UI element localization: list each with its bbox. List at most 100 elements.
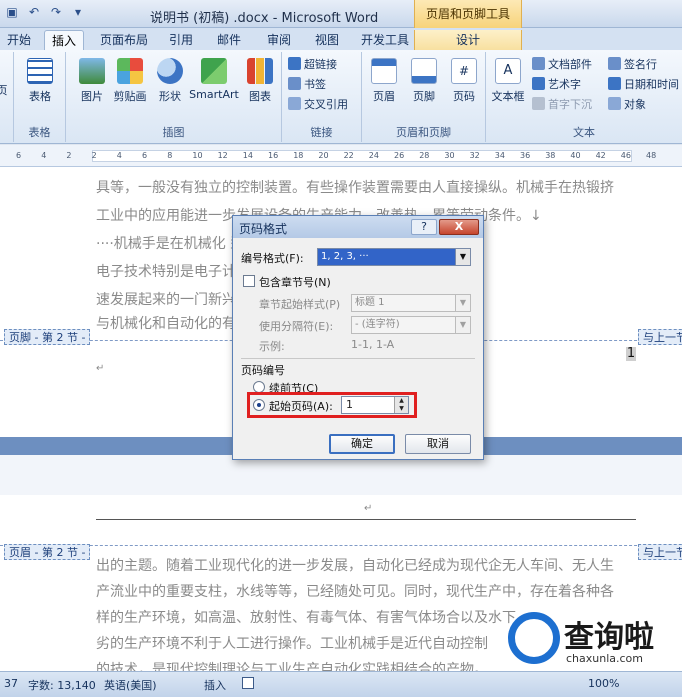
cross-reference-label: 交叉引用 bbox=[304, 98, 348, 111]
chevron-down-icon[interactable]: ▼ bbox=[455, 294, 471, 312]
status-language[interactable]: 英语(美国) bbox=[104, 677, 157, 693]
status-page[interactable]: 37 bbox=[4, 677, 18, 690]
header-footer-group-label: 页眉和页脚 bbox=[396, 126, 451, 139]
textbox-button[interactable]: A 文本框 bbox=[488, 58, 528, 104]
start-at-radio[interactable] bbox=[253, 399, 265, 411]
signature-line-button[interactable]: 签名行 bbox=[608, 56, 657, 74]
shapes-button[interactable]: 形状 bbox=[150, 58, 190, 104]
horizontal-ruler[interactable]: 6 4 2 2 4 6 8 10 12 14 16 18 20 22 24 26 28 30 32 34 36 38 40 4… bbox=[0, 145, 682, 167]
group-illustrations: 图片 剪贴画 形状 SmartArt 图表 插图 bbox=[66, 52, 282, 142]
smartart-icon bbox=[201, 58, 227, 84]
cross-reference-icon bbox=[288, 97, 301, 110]
watermark-logo-icon bbox=[508, 612, 560, 664]
cross-reference-button[interactable]: 交叉引用 bbox=[288, 96, 348, 114]
customize-qat-icon[interactable]: ▾ bbox=[70, 4, 86, 20]
doc-line: 出的主题。随着工业现代化的进一步发展，自动化已经成为现代企无人车间、无人生 bbox=[96, 558, 614, 574]
date-time-button[interactable]: 日期和时间 bbox=[608, 76, 679, 94]
hyperlink-label: 超链接 bbox=[304, 58, 337, 71]
ruler-number: 26 bbox=[394, 151, 405, 160]
page-number-button[interactable]: # 页码 bbox=[444, 58, 484, 104]
save-icon[interactable]: ▣ bbox=[4, 4, 20, 20]
tab-developer[interactable]: 开发工具 bbox=[358, 30, 412, 50]
page-number-icon: # bbox=[451, 58, 477, 84]
chart-button[interactable]: 图表 bbox=[240, 58, 280, 104]
clipart-label: 剪贴画 bbox=[113, 90, 147, 103]
tab-references[interactable]: 引用 bbox=[166, 30, 196, 50]
separator-line bbox=[241, 358, 475, 359]
close-button[interactable]: X bbox=[439, 219, 479, 235]
undo-icon[interactable]: ↶ bbox=[26, 4, 42, 20]
tab-design[interactable]: 设计 bbox=[414, 30, 522, 50]
clipart-button[interactable]: 剪贴画 bbox=[110, 58, 150, 104]
dialog-titlebar[interactable]: 页码格式 ? X bbox=[233, 216, 483, 238]
page-number-format-dialog: 页码格式 ? X 编号格式(F): 1, 2, 3, ··· ▼ 包含章节号(N… bbox=[232, 215, 484, 460]
tab-review[interactable]: 审阅 bbox=[264, 30, 294, 50]
picture-label: 图片 bbox=[81, 90, 103, 103]
ok-button[interactable]: 确定 bbox=[329, 434, 395, 454]
bookmark-button[interactable]: 书签 bbox=[288, 76, 326, 94]
wordart-icon bbox=[532, 77, 545, 90]
illustrations-group-label: 插图 bbox=[162, 126, 185, 139]
tab-home[interactable]: 开始 bbox=[4, 30, 34, 50]
shapes-label: 形状 bbox=[159, 90, 181, 103]
tab-view[interactable]: 视图 bbox=[312, 30, 342, 50]
separator-select[interactable]: - (连字符) ▼ bbox=[351, 316, 471, 334]
picture-icon bbox=[79, 58, 105, 84]
tab-page-layout[interactable]: 页面布局 bbox=[98, 30, 150, 50]
include-chapter-checkbox[interactable] bbox=[243, 275, 255, 287]
same-as-previous-tag: 与上一节 bbox=[638, 544, 682, 560]
start-at-label: 起始页码(A): bbox=[269, 400, 333, 413]
ruler-number: 10 bbox=[192, 151, 203, 160]
help-button[interactable]: ? bbox=[411, 219, 437, 235]
ribbon: 页 表格 表格 图片 剪贴画 形状 SmartArt 图表 插图 超链接 书签 … bbox=[0, 50, 682, 144]
header-button[interactable]: 页眉 bbox=[364, 58, 404, 104]
quick-parts-label: 文档部件 bbox=[548, 58, 592, 71]
drop-cap-button[interactable]: 首字下沉 bbox=[532, 96, 592, 114]
wordart-button[interactable]: 艺术字 bbox=[532, 76, 581, 94]
table-button[interactable]: 表格 bbox=[20, 58, 60, 104]
window-title: 说明书 (初稿) .docx - Microsoft Word bbox=[150, 11, 379, 26]
redo-icon[interactable]: ↷ bbox=[48, 4, 64, 20]
ruler-number: 40 bbox=[570, 151, 581, 160]
ruler-number: 14 bbox=[242, 151, 253, 160]
ruler-number: 46 bbox=[620, 151, 631, 160]
dialog-body: 编号格式(F): 1, 2, 3, ··· ▼ 包含章节号(N) 章节起始样式(… bbox=[233, 238, 483, 459]
drop-cap-icon bbox=[532, 97, 545, 110]
page-number-label: 页码 bbox=[453, 90, 475, 103]
number-format-select[interactable]: 1, 2, 3, ··· ▼ bbox=[317, 248, 471, 266]
page-gap-light bbox=[0, 455, 682, 495]
header-icon bbox=[371, 58, 397, 84]
date-time-icon bbox=[608, 77, 621, 90]
macro-record-icon[interactable] bbox=[242, 677, 254, 689]
chevron-down-icon[interactable]: ▼ bbox=[455, 248, 471, 266]
ruler-number: 8 bbox=[167, 151, 173, 160]
tab-insert[interactable]: 插入 bbox=[44, 30, 84, 50]
chevron-down-icon[interactable]: ▼ bbox=[455, 316, 471, 334]
ribbon-tabs: 开始 插入 页面布局 引用 邮件 审阅 视图 开发工具 设计 bbox=[0, 28, 682, 50]
page-number-field[interactable]: 1 bbox=[626, 347, 636, 361]
footer-button[interactable]: 页脚 bbox=[404, 58, 444, 104]
status-insert-mode[interactable]: 插入 bbox=[204, 677, 226, 693]
cancel-button[interactable]: 取消 bbox=[405, 434, 471, 454]
status-bar: 37 字数: 13,140 英语(美国) 插入 100% bbox=[0, 671, 682, 697]
start-at-input[interactable]: 1 ▲ ▼ bbox=[341, 396, 409, 414]
same-as-previous-tag: 与上一节 bbox=[638, 329, 682, 345]
object-button[interactable]: 对象 bbox=[608, 96, 646, 114]
text-group-label: 文本 bbox=[573, 126, 595, 139]
picture-button[interactable]: 图片 bbox=[72, 58, 112, 104]
hyperlink-button[interactable]: 超链接 bbox=[288, 56, 337, 74]
quick-parts-button[interactable]: 文档部件 bbox=[532, 56, 592, 74]
ruler-number: 48 bbox=[646, 151, 657, 160]
tab-mailings[interactable]: 邮件 bbox=[214, 30, 244, 50]
status-word-count[interactable]: 字数: 13,140 bbox=[28, 677, 96, 693]
group-pages-partial: 页 bbox=[0, 52, 14, 142]
ruler-number: 6 bbox=[142, 151, 148, 160]
header-label: 页眉 bbox=[373, 90, 395, 103]
header-rule bbox=[96, 519, 636, 520]
chapter-style-select[interactable]: 标题 1 ▼ bbox=[351, 294, 471, 312]
title-bar: ▣ ↶ ↷ ▾ 说明书 (初稿) .docx - Microsoft Word … bbox=[0, 0, 682, 28]
status-zoom[interactable]: 100% bbox=[588, 677, 619, 690]
spinner-icon[interactable]: ▲ ▼ bbox=[394, 397, 408, 413]
smartart-button[interactable]: SmartArt bbox=[188, 58, 240, 101]
tables-group-label: 表格 bbox=[28, 126, 51, 139]
